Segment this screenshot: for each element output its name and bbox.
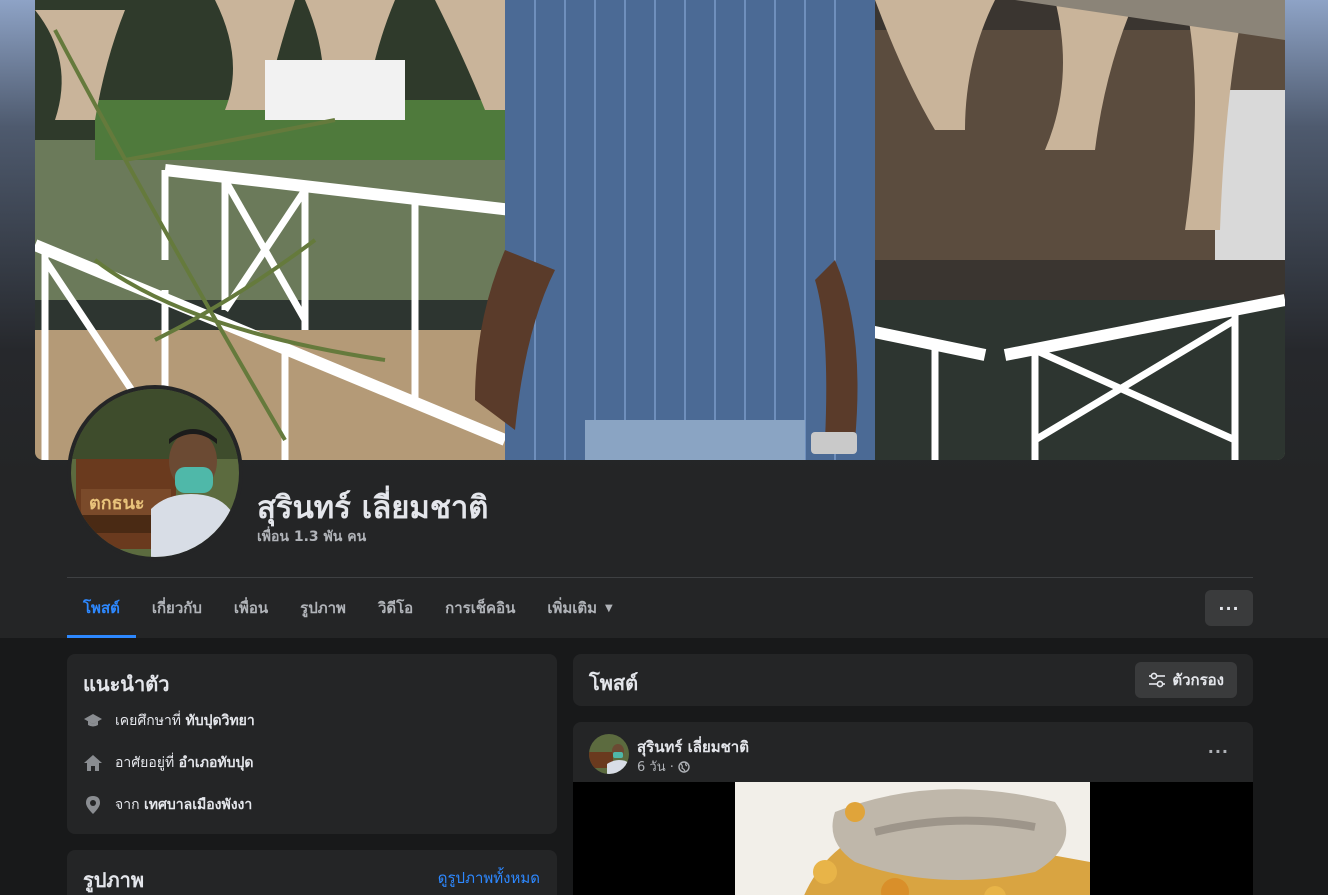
- posts-header-card: โพสต์ ตัวกรอง: [573, 654, 1253, 706]
- location-pin-icon: [83, 795, 103, 815]
- photos-title: รูปภาพ: [83, 868, 145, 892]
- post-author-avatar[interactable]: [589, 734, 629, 774]
- intro-from-link[interactable]: เทศบาลเมืองพังงา: [144, 794, 252, 816]
- post-time[interactable]: 6 วัน ·: [637, 756, 674, 777]
- tab-videos[interactable]: วิดีโอ: [362, 578, 429, 638]
- post-photo[interactable]: [573, 782, 1253, 895]
- tab-more-label: เพิ่มเติม: [547, 599, 598, 617]
- filter-button[interactable]: ตัวกรอง: [1135, 662, 1237, 698]
- tab-friends[interactable]: เพื่อน: [218, 578, 284, 638]
- tab-checkins[interactable]: การเช็คอิน: [429, 578, 531, 638]
- globe-icon: [678, 760, 690, 773]
- intro-lives-in-link[interactable]: อำเภอทับปุด: [179, 752, 254, 774]
- see-all-photos-link[interactable]: ดูรูปภาพทั้งหมด: [438, 866, 540, 890]
- intro-from-prefix: จาก: [115, 797, 140, 813]
- tab-more[interactable]: เพิ่มเติม ▼: [531, 578, 628, 638]
- tab-photos[interactable]: รูปภาพ: [284, 578, 362, 638]
- profile-picture[interactable]: ตกธนะ: [67, 385, 243, 561]
- intro-education-prefix: เคยศึกษาที่: [115, 713, 182, 729]
- intro-education: เคยศึกษาที่ ทับปุดวิทยา: [83, 710, 255, 732]
- intro-lives-in-prefix: อาศัยอยู่ที่: [115, 755, 175, 771]
- svg-text:ตกธนะ: ตกธนะ: [89, 493, 145, 514]
- cover-photo[interactable]: [35, 0, 1285, 460]
- home-icon: [83, 753, 103, 773]
- intro-card: แนะนำตัว เคยศึกษาที่ ทับปุดวิทยา อาศัยอย…: [67, 654, 557, 834]
- post-more-button[interactable]: ···: [1208, 742, 1229, 761]
- profile-tabs: โพสต์ เกี่ยวกับ เพื่อน รูปภาพ วิดีโอ การ…: [67, 578, 629, 638]
- photos-card: รูปภาพ ดูรูปภาพทั้งหมด: [67, 850, 557, 895]
- caret-down-icon: ▼: [605, 602, 613, 614]
- intro-education-link[interactable]: ทับปุดวิทยา: [186, 710, 255, 732]
- posts-title: โพสต์: [589, 671, 639, 695]
- filter-sliders-icon: [1149, 672, 1166, 688]
- filter-label: ตัวกรอง: [1172, 671, 1224, 689]
- profile-more-button[interactable]: ···: [1205, 590, 1253, 626]
- graduation-cap-icon: [83, 711, 103, 731]
- post-card: สุรินทร์ เลี่ยมชาติ 6 วัน · ···: [573, 722, 1253, 895]
- tab-about[interactable]: เกี่ยวกับ: [136, 578, 218, 638]
- intro-title: แนะนำตัว: [83, 672, 170, 696]
- post-meta: 6 วัน ·: [637, 756, 690, 777]
- intro-lives-in: อาศัยอยู่ที่ อำเภอทับปุด: [83, 752, 253, 774]
- friends-count[interactable]: เพื่อน 1.3 พัน คน: [257, 526, 366, 548]
- intro-from: จาก เทศบาลเมืองพังงา: [83, 794, 252, 816]
- tab-posts[interactable]: โพสต์: [67, 578, 136, 638]
- profile-name: สุรินทร์ เลี่ยมชาติ: [257, 490, 489, 526]
